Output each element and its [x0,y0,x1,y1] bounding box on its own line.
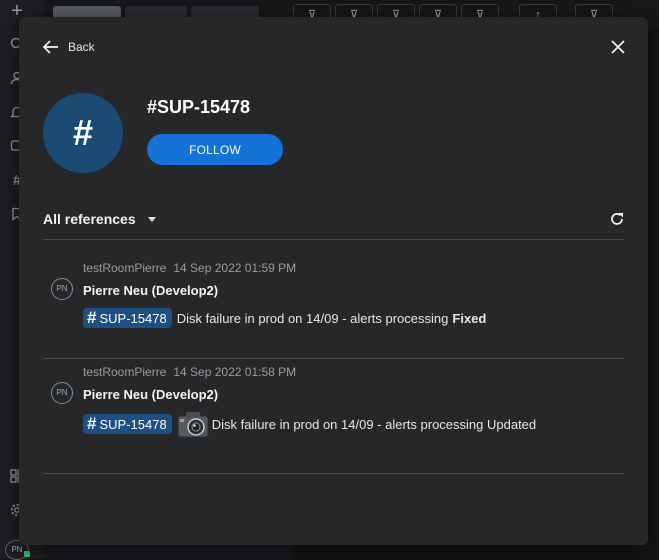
back-button[interactable]: Back [42,37,95,57]
camera-icon [177,412,209,438]
divider [43,358,624,359]
references-filter-label: All references [43,211,136,227]
reference-item: PN testRoomPierre 14 Sep 2022 01:58 PM Pi… [43,361,624,461]
divider [43,239,624,240]
tag-chip[interactable]: # SUP-15478 [83,414,172,434]
room-title: #SUP-15478 [147,97,251,117]
message-text: Disk failure in prod on 14/09 - alerts p… [176,310,449,326]
avatar: PN [51,382,73,404]
tag-chip[interactable]: # SUP-15478 [83,308,172,328]
references-filter-dropdown[interactable]: All references [43,211,156,227]
close-icon[interactable] [610,39,626,55]
timestamp: 14 Sep 2022 01:59 PM [173,261,297,275]
author-name: Pierre Neu (Develop2) [83,283,219,298]
avatar: PN [51,278,73,300]
caret-down-icon [147,216,156,222]
references-modal: Back # #SUP-15478 FOLLOW All references … [19,17,648,545]
message-status: Fixed [452,310,487,326]
tag-label: SUP-15478 [99,416,167,432]
status-indicator [24,551,30,557]
room-avatar: # [43,93,123,173]
hash-icon: # [87,414,97,433]
follow-button[interactable]: FOLLOW [147,134,283,165]
reference-message: # SUP-15478 Disk failure in prod on 14/09… [83,306,486,330]
message-text: Disk failure in prod on 14/09 - alerts p… [211,416,537,432]
timestamp: 14 Sep 2022 01:58 PM [173,365,297,379]
author-name: Pierre Neu (Develop2) [83,387,219,402]
reference-meta: testRoomPierre 14 Sep 2022 01:58 PM [83,365,296,379]
hash-icon: # [87,308,97,327]
arrow-left-icon [42,40,58,54]
tag-label: SUP-15478 [99,310,167,326]
room-name[interactable]: testRoomPierre [83,365,166,379]
room-name[interactable]: testRoomPierre [83,261,166,275]
back-label: Back [68,40,95,54]
reference-item: PN testRoomPierre 14 Sep 2022 01:59 PM Pi… [43,257,624,357]
reference-meta: testRoomPierre 14 Sep 2022 01:59 PM [83,261,296,275]
refresh-icon[interactable] [609,211,625,227]
divider [43,473,624,474]
reference-message: # SUP-15478 Disk failure in prod on 14/09… [83,409,536,439]
